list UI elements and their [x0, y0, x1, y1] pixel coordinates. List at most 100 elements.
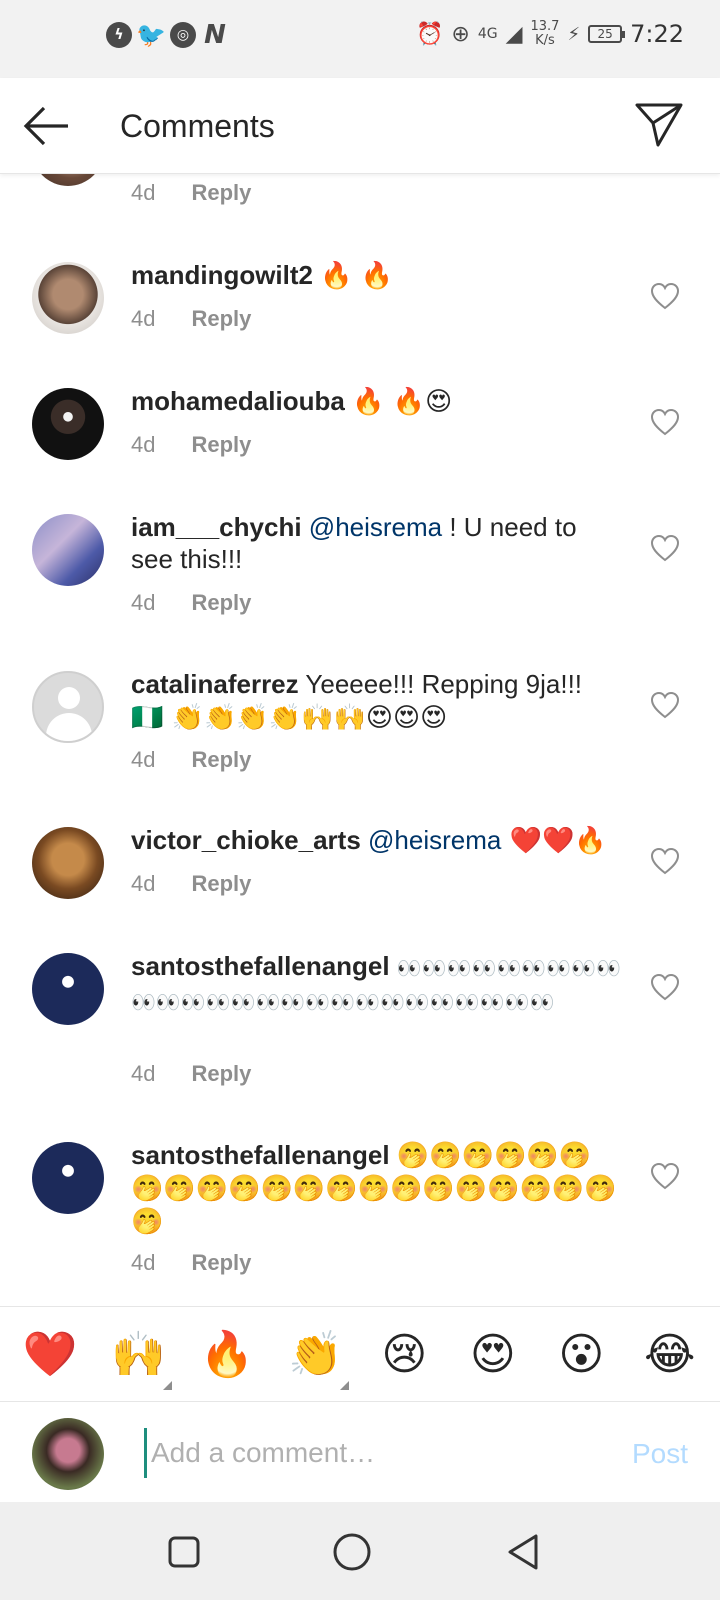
back-nav-button[interactable]	[502, 1530, 546, 1574]
status-bar: ϟ 🐦 ◎ N ⏰ ⊕ 4G ◢ 13.7 K/s ⚡ 25 7:22	[0, 0, 720, 78]
comment-username[interactable]: santosthefallenangel	[131, 951, 390, 981]
comment-input[interactable]	[144, 1428, 604, 1478]
reply-button[interactable]: Reply	[191, 432, 251, 458]
comment-time: 4d	[131, 590, 156, 615]
data-saver-icon: ⊕	[451, 21, 470, 47]
comment-mention[interactable]: @heisrema	[309, 512, 442, 542]
comment-username[interactable]: santosthefallenangel	[131, 1140, 390, 1170]
comment-username[interactable]: victor_chioke_arts	[131, 825, 361, 855]
quick-emoji-crying[interactable]: 😢	[369, 1329, 439, 1380]
reply-button[interactable]: Reply	[191, 1250, 251, 1276]
comment-time: 4d	[131, 747, 156, 772]
messenger-icon: ϟ	[106, 22, 132, 48]
charging-icon: ⚡	[567, 23, 581, 45]
avatar[interactable]	[32, 1142, 104, 1214]
n-icon: N	[204, 20, 226, 50]
clock: 7:22	[630, 20, 684, 48]
avatar[interactable]	[32, 262, 104, 334]
reply-button[interactable]: Reply	[191, 747, 251, 773]
share-button[interactable]	[634, 102, 684, 148]
comment-meta: 4d Reply	[131, 871, 251, 897]
comment-meta: 4d Reply	[131, 747, 251, 773]
skin-tone-indicator	[162, 1381, 172, 1390]
comment-text: mandingowilt2 🔥 🔥	[131, 259, 621, 292]
comment-text: santosthefallenangel 🤭🤭🤭🤭🤭🤭🤭🤭🤭🤭🤭🤭🤭🤭🤭🤭🤭🤭🤭…	[131, 1139, 621, 1238]
quick-emoji-bar: ❤️ 🙌 🔥 👏 😢 😍 😮 😂	[0, 1306, 720, 1402]
square-icon	[168, 1536, 200, 1568]
avatar[interactable]	[32, 388, 104, 460]
page-title: Comments	[120, 108, 275, 144]
status-indicators: ⏰ ⊕ 4G ◢ 13.7 K/s ⚡ 25 7:22	[415, 19, 684, 49]
alarm-icon: ⏰	[415, 21, 444, 47]
reply-button[interactable]: Reply	[191, 1061, 251, 1087]
signal-icon: ◢	[505, 21, 523, 47]
quick-emoji-surprised[interactable]: 😮	[546, 1329, 616, 1380]
comment-text: iam___chychi @heisrema ! U need to see t…	[131, 511, 621, 575]
comment-emoji: 🇳🇬 👏👏👏👏🙌🙌😍😍😍	[131, 703, 448, 733]
comment-username[interactable]: mandingowilt2	[131, 260, 313, 290]
heart-icon[interactable]	[650, 847, 680, 875]
avatar[interactable]	[32, 953, 104, 1025]
comment-username[interactable]: mohamedaliouba	[131, 386, 345, 416]
quick-emoji-clap[interactable]: 👏	[281, 1328, 351, 1390]
comment-emoji: 🔥 🔥	[320, 261, 394, 291]
avatar[interactable]	[32, 514, 104, 586]
comment-emoji: ❤️❤️🔥	[501, 826, 607, 856]
quick-emoji-fire[interactable]: 🔥	[192, 1328, 262, 1380]
reply-button[interactable]: Reply	[191, 306, 251, 332]
heart-icon[interactable]	[650, 1162, 680, 1190]
comment-time: 4d	[131, 306, 156, 331]
comments-list[interactable]: 4d Reply mandingowilt2 🔥 🔥 4d Reply moha…	[0, 174, 720, 1306]
avatar[interactable]	[32, 174, 104, 186]
comment-text: victor_chioke_arts @heisrema ❤️❤️🔥	[131, 824, 621, 857]
comment-mention[interactable]: @heisrema	[368, 825, 501, 855]
quick-emoji-raised-hands[interactable]: 🙌	[104, 1328, 174, 1390]
skin-tone-indicator	[339, 1381, 349, 1390]
comment-meta: 4d Reply	[131, 1250, 251, 1276]
comment-username[interactable]: iam___chychi	[131, 512, 302, 542]
avatar-placeholder[interactable]	[32, 671, 104, 743]
heart-icon[interactable]	[650, 691, 680, 719]
comment-meta: 4d Reply	[131, 306, 251, 332]
avatar[interactable]	[32, 827, 104, 899]
reply-button[interactable]: Reply	[191, 871, 251, 897]
quick-emoji-joy[interactable]: 😂	[635, 1329, 705, 1380]
comment-meta: 4d Reply	[131, 432, 251, 458]
comment-emoji: 🔥 🔥😍	[352, 387, 453, 417]
my-avatar	[32, 1418, 104, 1490]
circle-icon	[333, 1533, 371, 1571]
comment-text: santosthefallenangel 👀👀👀👀👀👀👀👀👀👀👀👀👀👀👀👀👀👀👀…	[131, 950, 621, 1018]
status-app-icons: ϟ 🐦 ◎ N	[106, 20, 228, 50]
comment-text: mohamedaliouba 🔥 🔥😍	[131, 385, 621, 418]
home-button[interactable]	[330, 1530, 374, 1574]
heart-icon[interactable]	[650, 973, 680, 1001]
triangle-back-icon	[508, 1534, 538, 1570]
network-speed: 13.7 K/s	[530, 19, 560, 48]
heart-icon[interactable]	[650, 534, 680, 562]
reply-button[interactable]: Reply	[191, 180, 251, 206]
comment-meta: 4d Reply	[131, 180, 251, 206]
network-type: 4G	[477, 26, 498, 42]
heart-icon[interactable]	[650, 282, 680, 310]
comment-body-text: Yeeeee!!! Repping 9ja!!!	[305, 669, 583, 699]
twitter-icon: 🐦	[136, 21, 166, 49]
back-arrow-icon	[23, 106, 68, 146]
comment-time: 4d	[131, 1061, 156, 1086]
reply-button[interactable]: Reply	[191, 590, 251, 616]
comment-time: 4d	[131, 432, 156, 457]
comment-composer: Post	[0, 1402, 720, 1502]
recents-button[interactable]	[162, 1530, 206, 1574]
system-nav-bar	[0, 1502, 720, 1600]
comment-time: 4d	[131, 871, 156, 896]
send-icon	[635, 103, 683, 147]
heart-icon[interactable]	[650, 408, 680, 436]
comment-meta: 4d Reply	[131, 590, 251, 616]
post-button[interactable]: Post	[632, 1438, 688, 1470]
comment-username[interactable]: catalinaferrez	[131, 669, 299, 699]
comment-meta: 4d Reply	[131, 1061, 251, 1087]
back-button[interactable]	[22, 104, 72, 148]
battery-icon: 25	[588, 25, 626, 43]
quick-emoji-heart[interactable]: ❤️	[15, 1328, 85, 1380]
quick-emoji-heart-eyes[interactable]: 😍	[458, 1329, 528, 1380]
chrome-icon: ◎	[170, 22, 196, 48]
